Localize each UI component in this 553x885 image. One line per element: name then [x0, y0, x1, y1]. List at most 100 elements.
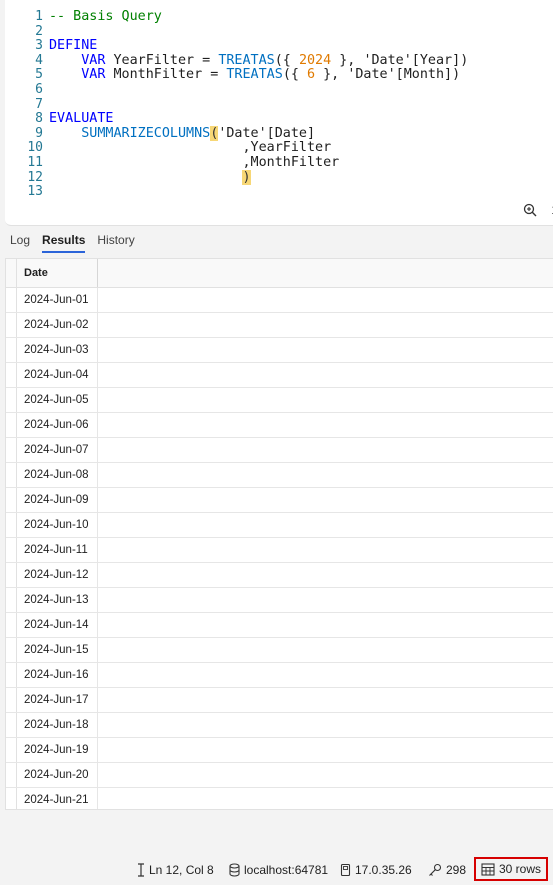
row-selector[interactable]	[6, 313, 17, 337]
date-cell[interactable]: 2024-Jun-03	[17, 338, 98, 362]
version-label: 17.0.35.26	[355, 863, 412, 877]
date-cell[interactable]: 2024-Jun-05	[17, 388, 98, 412]
date-cell[interactable]: 2024-Jun-07	[17, 438, 98, 462]
code-line[interactable]: 2	[5, 24, 468, 40]
date-cell[interactable]: 2024-Jun-16	[17, 663, 98, 687]
empty-cell	[98, 463, 553, 487]
code-line[interactable]: 6	[5, 82, 468, 98]
server-connection[interactable]: localhost:64781	[229, 863, 328, 877]
row-selector[interactable]	[6, 388, 17, 412]
code-line[interactable]: 5 VAR MonthFilter = TREATAS({ 6 }, 'Date…	[5, 68, 468, 83]
date-cell[interactable]: 2024-Jun-13	[17, 588, 98, 612]
row-selector[interactable]	[6, 638, 17, 662]
code-line[interactable]: 9 SUMMARIZECOLUMNS('Date'[Date]	[5, 125, 468, 142]
zoom-in-icon[interactable]	[523, 203, 537, 217]
table-row[interactable]: 2024-Jun-18	[6, 713, 553, 738]
row-selector[interactable]	[6, 438, 17, 462]
session-id-label: 298	[446, 863, 467, 877]
row-selector[interactable]	[6, 713, 17, 737]
table-row[interactable]: 2024-Jun-15	[6, 638, 553, 663]
date-cell[interactable]: 2024-Jun-08	[17, 463, 98, 487]
code-lines[interactable]: 1 -- Basis Query 2 3 DEFINE 4 VAR YearFilter …	[5, 9, 468, 200]
tab-history[interactable]: History	[97, 233, 134, 253]
table-row[interactable]: 2024-Jun-20	[6, 763, 553, 788]
date-cell[interactable]: 2024-Jun-15	[17, 638, 98, 662]
date-cell[interactable]: 2024-Jun-01	[17, 288, 98, 312]
row-selector[interactable]	[6, 513, 17, 537]
row-selector[interactable]	[6, 288, 17, 312]
row-selector[interactable]	[6, 763, 17, 787]
row-selector[interactable]	[6, 613, 17, 637]
empty-cell	[98, 288, 553, 312]
code-line[interactable]: 8 EVALUATE	[5, 111, 468, 127]
table-row[interactable]: 2024-Jun-08	[6, 463, 553, 488]
code-line[interactable]: 1 -- Basis Query	[5, 9, 468, 25]
query-editor[interactable]: 1 -- Basis Query 2 3 DEFINE 4 VAR YearFilter …	[5, 0, 553, 226]
date-cell[interactable]: 2024-Jun-06	[17, 413, 98, 437]
code-line[interactable]: 11 ,MonthFilter	[5, 155, 468, 171]
row-selector[interactable]	[6, 338, 17, 362]
row-count[interactable]: 30 rows	[474, 857, 549, 881]
row-selector[interactable]	[6, 663, 17, 687]
row-selector[interactable]	[6, 738, 17, 762]
tab-results[interactable]: Results	[42, 233, 86, 253]
tab-log[interactable]: Log	[10, 233, 30, 253]
cursor-position-label: Ln 12, Col 8	[149, 863, 214, 877]
empty-cell	[98, 313, 553, 337]
table-row[interactable]: 2024-Jun-10	[6, 513, 553, 538]
date-cell[interactable]: 2024-Jun-09	[17, 488, 98, 512]
empty-cell	[98, 363, 553, 387]
grid-body: 2024-Jun-01 2024-Jun-02 2024-Jun-03 2024-Ju…	[6, 288, 553, 809]
table-row[interactable]: 2024-Jun-09	[6, 488, 553, 513]
table-row[interactable]: 2024-Jun-01	[6, 288, 553, 313]
date-cell[interactable]: 2024-Jun-14	[17, 613, 98, 637]
date-cell[interactable]: 2024-Jun-04	[17, 363, 98, 387]
date-cell[interactable]: 2024-Jun-11	[17, 538, 98, 562]
table-row[interactable]: 2024-Jun-19	[6, 738, 553, 763]
table-row[interactable]: 2024-Jun-13	[6, 588, 553, 613]
date-cell[interactable]: 2024-Jun-02	[17, 313, 98, 337]
table-row[interactable]: 2024-Jun-14	[6, 613, 553, 638]
row-selector[interactable]	[6, 413, 17, 437]
code-line[interactable]: 4 VAR YearFilter = TREATAS({ 2024 }, 'Da…	[5, 53, 468, 69]
table-row[interactable]: 2024-Jun-16	[6, 663, 553, 688]
cursor-position[interactable]: Ln 12, Col 8	[137, 863, 214, 877]
table-row[interactable]: 2024-Jun-17	[6, 688, 553, 713]
row-selector[interactable]	[6, 563, 17, 587]
table-row[interactable]: 2024-Jun-03	[6, 338, 553, 363]
code-token: )	[242, 169, 251, 185]
code-line[interactable]: 12 )	[5, 169, 468, 186]
row-selector[interactable]	[6, 688, 17, 712]
date-cell[interactable]: 2024-Jun-20	[17, 763, 98, 787]
table-row[interactable]: 2024-Jun-05	[6, 388, 553, 413]
table-row[interactable]: 2024-Jun-06	[6, 413, 553, 438]
code-line[interactable]: 10 ,YearFilter	[5, 141, 468, 156]
code-line[interactable]: 7	[5, 97, 468, 113]
row-selector[interactable]	[6, 363, 17, 387]
date-cell[interactable]: 2024-Jun-21	[17, 788, 98, 809]
table-row[interactable]: 2024-Jun-21	[6, 788, 553, 809]
row-selector[interactable]	[6, 588, 17, 612]
table-row[interactable]: 2024-Jun-11	[6, 538, 553, 563]
date-cell[interactable]: 2024-Jun-17	[17, 688, 98, 712]
table-row[interactable]: 2024-Jun-04	[6, 363, 553, 388]
row-header-gutter[interactable]	[6, 259, 17, 287]
empty-cell	[98, 563, 553, 587]
table-icon	[481, 862, 495, 876]
table-row[interactable]: 2024-Jun-12	[6, 563, 553, 588]
line-number: 12	[27, 169, 43, 185]
column-header-date[interactable]: Date	[17, 259, 98, 287]
row-selector[interactable]	[6, 463, 17, 487]
table-row[interactable]: 2024-Jun-02	[6, 313, 553, 338]
code-line[interactable]: 3 DEFINE	[5, 38, 468, 54]
table-row[interactable]: 2024-Jun-07	[6, 438, 553, 463]
results-grid[interactable]: Date 2024-Jun-01 2024-Jun-02 2024-Jun-03 20…	[5, 258, 553, 810]
row-selector[interactable]	[6, 488, 17, 512]
row-selector[interactable]	[6, 788, 17, 809]
date-cell[interactable]: 2024-Jun-12	[17, 563, 98, 587]
date-cell[interactable]: 2024-Jun-19	[17, 738, 98, 762]
date-cell[interactable]: 2024-Jun-18	[17, 713, 98, 737]
date-cell[interactable]: 2024-Jun-10	[17, 513, 98, 537]
code-line[interactable]: 13	[5, 185, 468, 200]
row-selector[interactable]	[6, 538, 17, 562]
